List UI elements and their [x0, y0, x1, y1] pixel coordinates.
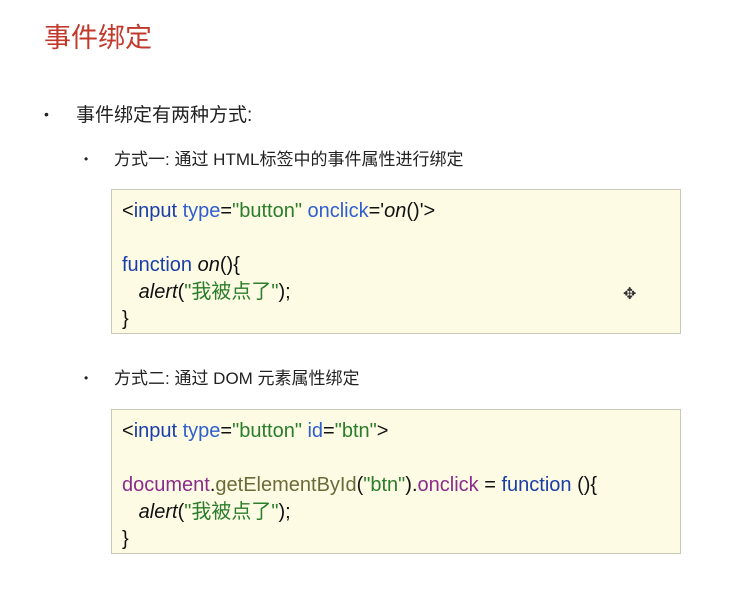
code-token: (){ [571, 474, 598, 496]
bullet-main-text: 事件绑定有两种方式: [76, 105, 253, 126]
code-token: =' [368, 200, 385, 222]
method-1-text: 方式一: 通过 HTML标签中的事件属性进行绑定 [114, 150, 464, 169]
code-token: "btn" [334, 420, 377, 442]
code-token: onclick [417, 474, 479, 496]
code-token: alert [138, 281, 178, 303]
code-token: = [478, 474, 502, 496]
code-token: = [323, 420, 335, 442]
code-token: onclick [301, 200, 369, 222]
code-token: ); [278, 501, 291, 523]
code-token: > [376, 420, 389, 442]
code-token: input [133, 420, 178, 442]
code-token: document [122, 474, 210, 496]
code-block-2: <input type="button" id="btn"> document.g… [111, 409, 681, 554]
code-line: alert("我被点了"); [122, 499, 680, 526]
code-token: getElementById [215, 474, 357, 496]
code-token: type [177, 200, 221, 222]
code-token: on [197, 254, 220, 276]
code-token: on [384, 200, 407, 222]
code-token: function [501, 474, 572, 496]
code-line: } [122, 526, 680, 553]
bullet-method-1: • 方式一: 通过 HTML标签中的事件属性进行绑定 [84, 145, 463, 170]
bullet-dot: • [84, 152, 89, 166]
code-token: type [177, 420, 221, 442]
code-token: input [133, 200, 178, 222]
code-block-1: <input type="button" onclick='on()'> func… [111, 189, 681, 334]
slide-title: 事件绑定 [44, 23, 152, 53]
code-line: <input type="button" id="btn"> [122, 418, 680, 445]
code-line: alert("我被点了"); [122, 279, 680, 306]
bullet-dot: • [84, 371, 89, 385]
code-token: id [301, 420, 324, 442]
code-token: "button" [232, 420, 302, 442]
code-token: < [122, 200, 134, 222]
code-line: <input type="button" onclick='on()'> [122, 198, 680, 225]
code-token: (){ [219, 254, 240, 276]
code-line: function on(){ [122, 252, 680, 279]
code-token: "btn" [363, 474, 406, 496]
code-token: "我被点了" [184, 281, 279, 303]
code-token: ). [405, 474, 418, 496]
code-token: ()'> [406, 200, 436, 222]
code-token: "button" [232, 200, 302, 222]
code-token: ); [278, 281, 291, 303]
code-token: = [220, 200, 233, 222]
code-token: } [122, 308, 129, 330]
bullet-dot: • [44, 106, 49, 122]
code-token: alert [138, 501, 178, 523]
code-token: } [122, 528, 129, 550]
method-2-text: 方式二: 通过 DOM 元素属性绑定 [114, 369, 360, 388]
bullet-method-2: • 方式二: 通过 DOM 元素属性绑定 [84, 364, 360, 389]
code-token: "我被点了" [184, 501, 279, 523]
code-line: document.getElementById("btn").onclick =… [122, 472, 680, 499]
code-token: < [122, 420, 134, 442]
code-line: } [122, 306, 680, 333]
code-token: function [122, 254, 193, 276]
bullet-main: • 事件绑定有两种方式: [44, 100, 252, 127]
move-cursor-icon: ✥ [623, 286, 637, 303]
code-token: = [220, 420, 233, 442]
